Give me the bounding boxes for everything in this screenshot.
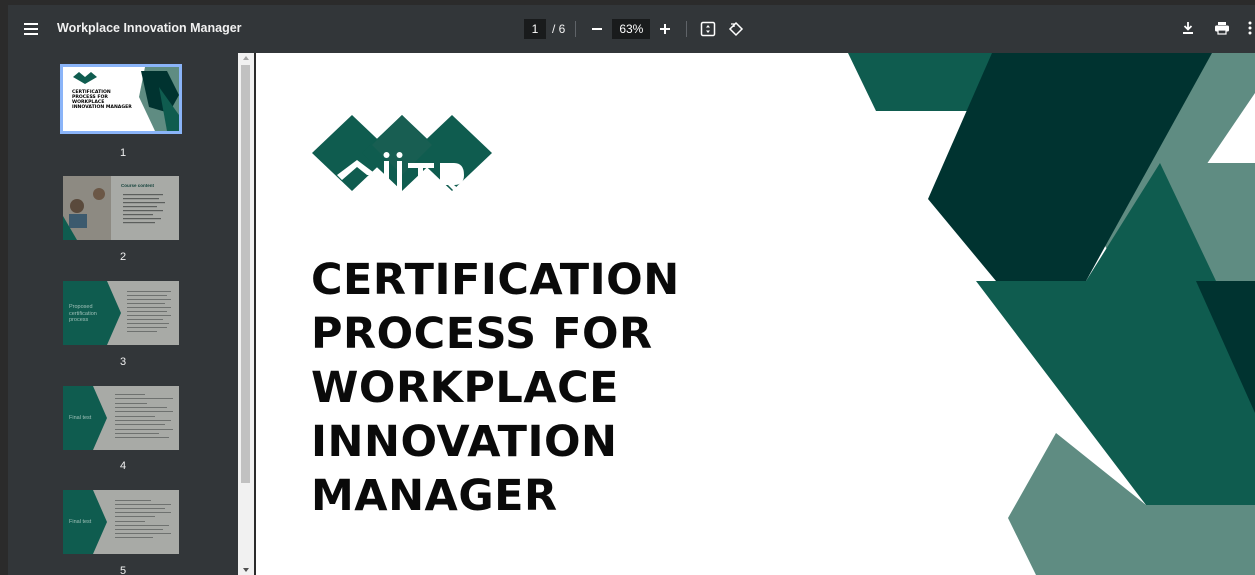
menu-icon[interactable] [20, 17, 44, 41]
divider [575, 21, 577, 37]
thumbnail-heading: CERTIFICATION PROCESS FOR WORKPLACE INNO… [72, 90, 132, 110]
thumbnail-number: 1 [119, 147, 127, 159]
scroll-up-icon[interactable] [238, 53, 254, 63]
plus-icon[interactable] [654, 18, 676, 40]
document-title: Workplace Innovation Manager [57, 21, 242, 35]
thumbnail-page-4[interactable]: Final test [63, 386, 179, 450]
scroll-down-icon[interactable] [238, 565, 254, 575]
page-zoom-controls: 1 / 6 63% [524, 17, 747, 41]
page-count: / 6 [552, 22, 566, 36]
heading-line: WORKPLACE [311, 363, 620, 413]
thumbnail-page-5[interactable]: Final test [63, 490, 179, 554]
fit-to-page-icon[interactable] [697, 18, 719, 40]
page-number-input[interactable]: 1 [524, 19, 546, 39]
minus-icon[interactable] [586, 18, 608, 40]
heading-line: MANAGER [311, 471, 558, 521]
thumbnail-sidebar: CERTIFICATION PROCESS FOR WORKPLACE INNO… [8, 53, 238, 575]
pdf-viewer-window: Workplace Innovation Manager 1 / 6 63% C… [0, 0, 1255, 575]
heading-line: PROCESS FOR [311, 309, 653, 359]
print-icon[interactable] [1211, 17, 1233, 39]
thumbnail-heading: Final test [69, 519, 92, 525]
scrollbar-thumb[interactable] [241, 65, 250, 483]
heading-line: CERTIFICATION [311, 255, 680, 305]
thumbnail-number: 4 [119, 460, 127, 472]
sidebar-scrollbar[interactable] [238, 53, 254, 575]
toolbar: Workplace Innovation Manager 1 / 6 63% [8, 5, 1255, 53]
thumbnail-heading: Course content [121, 183, 155, 188]
thumbnail-number: 5 [119, 565, 127, 575]
heading-line: INNOVATION [311, 417, 618, 467]
zoom-input[interactable]: 63% [612, 19, 651, 39]
download-icon[interactable] [1177, 17, 1199, 39]
more-vert-icon[interactable] [1245, 17, 1255, 39]
rotate-icon[interactable] [725, 18, 747, 40]
thumbnail-heading: Final test [69, 415, 92, 421]
thumbnail-number: 2 [119, 251, 127, 263]
document-page: CERTIFICATION PROCESS FOR WORKPLACE INNO… [256, 53, 1255, 575]
document-heading: CERTIFICATION PROCESS FOR WORKPLACE INNO… [311, 253, 680, 523]
divider [686, 21, 688, 37]
thumbnail-page-1[interactable]: CERTIFICATION PROCESS FOR WORKPLACE INNO… [60, 64, 182, 134]
right-controls [1177, 17, 1255, 39]
thumbnail-page-3[interactable]: Proposed certification process [63, 281, 179, 345]
thumbnail-page-2[interactable]: Course content [63, 176, 179, 240]
thumbnail-heading: Proposed certification process [69, 304, 97, 323]
miitr-logo [312, 115, 492, 195]
thumbnail-number: 3 [119, 356, 127, 368]
